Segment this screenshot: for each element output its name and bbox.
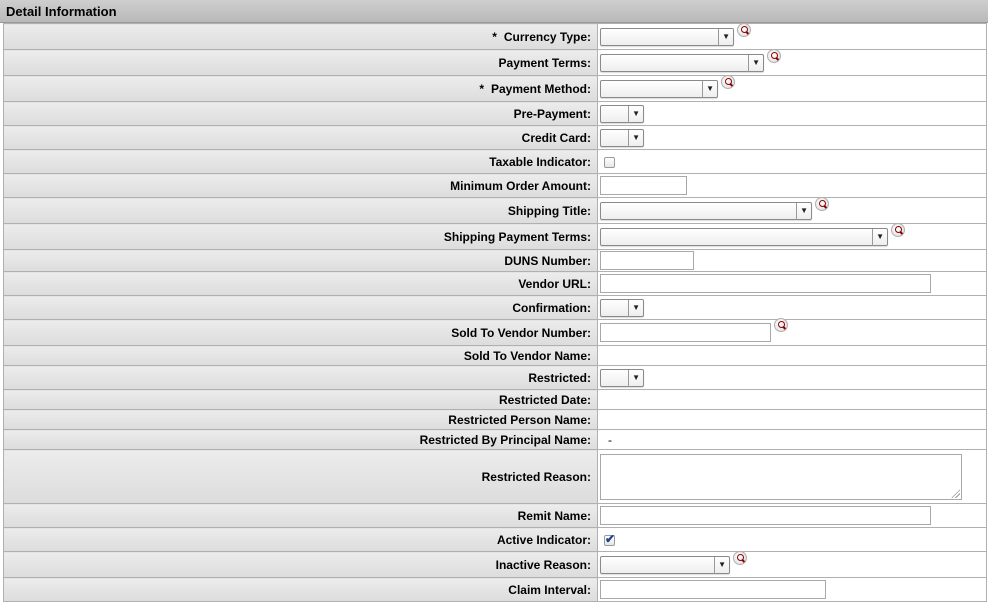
duns-number-input[interactable] <box>600 251 694 270</box>
row-restricted-date: Restricted Date: <box>3 389 987 410</box>
row-confirmation: Confirmation: ▼ <box>3 295 987 320</box>
inactive-reason-label: Inactive Reason: <box>495 557 591 572</box>
sold-to-vendor-number-input[interactable] <box>600 323 771 342</box>
payment-terms-lookup-icon[interactable] <box>767 48 781 63</box>
restricted-by-principal-name-label: Restricted By Principal Name: <box>419 432 591 447</box>
inactive-reason-select[interactable]: ▼ <box>600 555 730 574</box>
currency-type-lookup-icon[interactable] <box>737 22 751 37</box>
row-pre-payment: Pre-Payment: ▼ <box>3 101 987 126</box>
shipping-payment-terms-select[interactable]: ▼ <box>600 227 888 246</box>
taxable-indicator-checkbox[interactable] <box>604 156 615 168</box>
shipping-title-label: Shipping Title: <box>507 203 591 218</box>
taxable-indicator-label: Taxable Indicator: <box>489 154 591 169</box>
minimum-order-amount-label: Minimum Order Amount: <box>450 178 591 193</box>
inactive-reason-lookup-icon[interactable] <box>733 550 747 565</box>
row-restricted-person-name: Restricted Person Name: <box>3 409 987 430</box>
restricted-date-label: Restricted Date: <box>498 392 591 407</box>
sold-to-vendor-number-label: Sold To Vendor Number: <box>451 325 591 340</box>
row-taxable-indicator: Taxable Indicator: <box>3 149 987 174</box>
row-vendor-url: Vendor URL: <box>3 271 987 296</box>
row-restricted-by-principal-name: Restricted By Principal Name: - <box>3 429 987 450</box>
credit-card-select[interactable]: ▼ <box>600 128 644 147</box>
dropdown-arrow-icon: ▼ <box>718 28 730 46</box>
restricted-by-principal-name-value: - <box>608 432 612 447</box>
dropdown-arrow-icon: ▼ <box>628 105 640 123</box>
restricted-label: Restricted: <box>528 370 591 385</box>
duns-number-label: DUNS Number: <box>504 253 591 268</box>
resize-grip-icon[interactable] <box>951 488 960 498</box>
credit-card-label: Credit Card: <box>521 130 591 145</box>
payment-method-label: Payment Method: <box>490 81 591 96</box>
payment-terms-label: Payment Terms: <box>498 55 591 70</box>
row-shipping-title: Shipping Title: ▼ <box>3 196 987 224</box>
confirmation-label: Confirmation: <box>512 300 591 315</box>
claim-interval-label: Claim Interval: <box>508 582 591 597</box>
restricted-reason-textarea[interactable] <box>600 453 962 500</box>
pre-payment-label: Pre-Payment: <box>513 106 591 121</box>
dropdown-arrow-icon: ▼ <box>628 369 640 387</box>
sold-to-vendor-name-label: Sold To Vendor Name: <box>463 348 591 363</box>
shipping-title-select[interactable]: ▼ <box>600 201 812 220</box>
remit-name-label: Remit Name: <box>517 508 591 523</box>
restricted-reason-label: Restricted Reason: <box>481 469 591 484</box>
currency-type-label: Currency Type: <box>503 29 591 44</box>
detail-information-form: * Currency Type: ▼ Payment Terms: ▼ * Paym… <box>3 22 987 602</box>
dropdown-arrow-icon: ▼ <box>702 80 714 98</box>
row-claim-interval: Claim Interval: <box>3 577 987 602</box>
pre-payment-select[interactable]: ▼ <box>600 104 644 123</box>
payment-method-select[interactable]: ▼ <box>600 79 718 98</box>
row-remit-name: Remit Name: <box>3 503 987 528</box>
row-sold-to-vendor-name: Sold To Vendor Name: <box>3 345 987 366</box>
active-indicator-label: Active Indicator: <box>496 532 591 547</box>
row-restricted-reason: Restricted Reason: <box>3 449 987 504</box>
shipping-title-lookup-icon[interactable] <box>815 196 829 211</box>
active-indicator-checkbox[interactable] <box>604 532 615 546</box>
confirmation-select[interactable]: ▼ <box>600 298 644 317</box>
payment-method-lookup-icon[interactable] <box>721 74 735 89</box>
dropdown-arrow-icon: ▼ <box>796 202 808 220</box>
section-header-detail-information: Detail Information <box>0 0 988 23</box>
label-cell: * Currency Type: <box>3 23 598 50</box>
row-active-indicator: Active Indicator: <box>3 527 987 552</box>
dropdown-arrow-icon: ▼ <box>628 129 640 147</box>
remit-name-input[interactable] <box>600 506 931 525</box>
row-duns-number: DUNS Number: <box>3 249 987 272</box>
shipping-payment-terms-lookup-icon[interactable] <box>891 222 905 237</box>
dropdown-arrow-icon: ▼ <box>872 228 884 246</box>
row-payment-method: * Payment Method: ▼ <box>3 74 987 102</box>
row-payment-terms: Payment Terms: ▼ <box>3 48 987 76</box>
row-restricted: Restricted: ▼ <box>3 365 987 390</box>
restricted-select[interactable]: ▼ <box>600 368 644 387</box>
vendor-url-input[interactable] <box>600 274 931 293</box>
claim-interval-input[interactable] <box>600 580 826 599</box>
row-sold-to-vendor-number: Sold To Vendor Number: <box>3 318 987 346</box>
row-shipping-payment-terms: Shipping Payment Terms: ▼ <box>3 222 987 250</box>
sold-to-vendor-number-lookup-icon[interactable] <box>774 318 788 332</box>
required-marker: * <box>492 29 497 44</box>
dropdown-arrow-icon: ▼ <box>628 299 640 317</box>
vendor-url-label: Vendor URL: <box>518 276 591 291</box>
row-minimum-order-amount: Minimum Order Amount: <box>3 173 987 198</box>
currency-type-select[interactable]: ▼ <box>600 27 734 46</box>
minimum-order-amount-input[interactable] <box>600 176 687 195</box>
required-marker: * <box>479 81 484 96</box>
restricted-person-name-label: Restricted Person Name: <box>448 412 591 427</box>
shipping-payment-terms-label: Shipping Payment Terms: <box>443 229 591 244</box>
row-currency-type: * Currency Type: ▼ <box>3 22 987 50</box>
dropdown-arrow-icon: ▼ <box>714 556 726 574</box>
row-credit-card: Credit Card: ▼ <box>3 125 987 150</box>
dropdown-arrow-icon: ▼ <box>748 54 760 72</box>
row-inactive-reason: Inactive Reason: ▼ <box>3 550 987 578</box>
payment-terms-select[interactable]: ▼ <box>600 53 764 72</box>
